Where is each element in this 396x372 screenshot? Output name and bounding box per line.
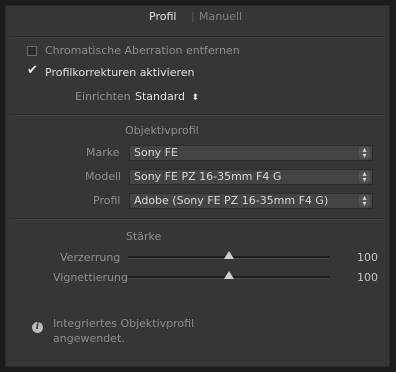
- info-icon: i: [32, 322, 43, 333]
- tab-profil[interactable]: Profil: [149, 10, 176, 23]
- select-arrows-icon: ▴ ▾: [359, 170, 370, 184]
- vignetting-value[interactable]: 100: [357, 271, 378, 284]
- chromatic-aberration-label: Chromatische Aberration entfernen: [45, 44, 240, 57]
- info-text-line1: Integriertes Objektivprofil: [53, 317, 195, 330]
- divider-lower: [10, 218, 386, 220]
- select-arrows-icon: ▴ ▾: [359, 194, 370, 208]
- tab-manuell[interactable]: Manuell: [199, 10, 242, 23]
- setup-label: Einrichten: [75, 90, 131, 103]
- make-label: Marke: [86, 146, 120, 159]
- distortion-value[interactable]: 100: [357, 251, 378, 264]
- vignetting-slider-thumb[interactable]: [224, 271, 234, 279]
- vignetting-label: Vignettierung: [53, 271, 128, 284]
- lens-profile-heading: Objektivprofil: [125, 124, 199, 137]
- select-arrows-icon: ▴ ▾: [359, 146, 370, 160]
- updown-arrows-icon: ⬍: [191, 93, 200, 103]
- checkmark-icon[interactable]: ✔: [27, 64, 38, 77]
- divider-top: [10, 36, 386, 38]
- info-text-line2: angewendet.: [53, 332, 125, 345]
- distortion-label: Verzerrung: [60, 251, 121, 264]
- distortion-slider-thumb[interactable]: [224, 251, 234, 259]
- make-select[interactable]: Sony FE ▴ ▾: [129, 145, 373, 161]
- divider-middle: [10, 114, 386, 116]
- profile-corrections-label: Profilkorrekturen aktivieren: [45, 66, 195, 79]
- make-value: Sony FE: [134, 146, 178, 159]
- tab-separator: |: [191, 10, 195, 23]
- profile-label: Profil: [93, 194, 121, 207]
- amount-heading: Stärke: [126, 230, 162, 243]
- chromatic-aberration-checkbox[interactable]: [27, 46, 37, 56]
- model-value: Sony FE PZ 16-35mm F4 G: [134, 170, 282, 183]
- tab-bar: Profil | Manuell: [0, 7, 396, 31]
- model-select[interactable]: Sony FE PZ 16-35mm F4 G ▴ ▾: [129, 169, 373, 185]
- model-label: Modell: [85, 170, 122, 183]
- profile-select[interactable]: Adobe (Sony FE PZ 16-35mm F4 G) ▴ ▾: [129, 193, 373, 209]
- setup-dropdown[interactable]: Standard ⬍: [135, 90, 199, 103]
- lens-corrections-panel: [5, 5, 390, 367]
- profile-value: Adobe (Sony FE PZ 16-35mm F4 G): [134, 194, 329, 207]
- setup-value: Standard: [135, 90, 186, 103]
